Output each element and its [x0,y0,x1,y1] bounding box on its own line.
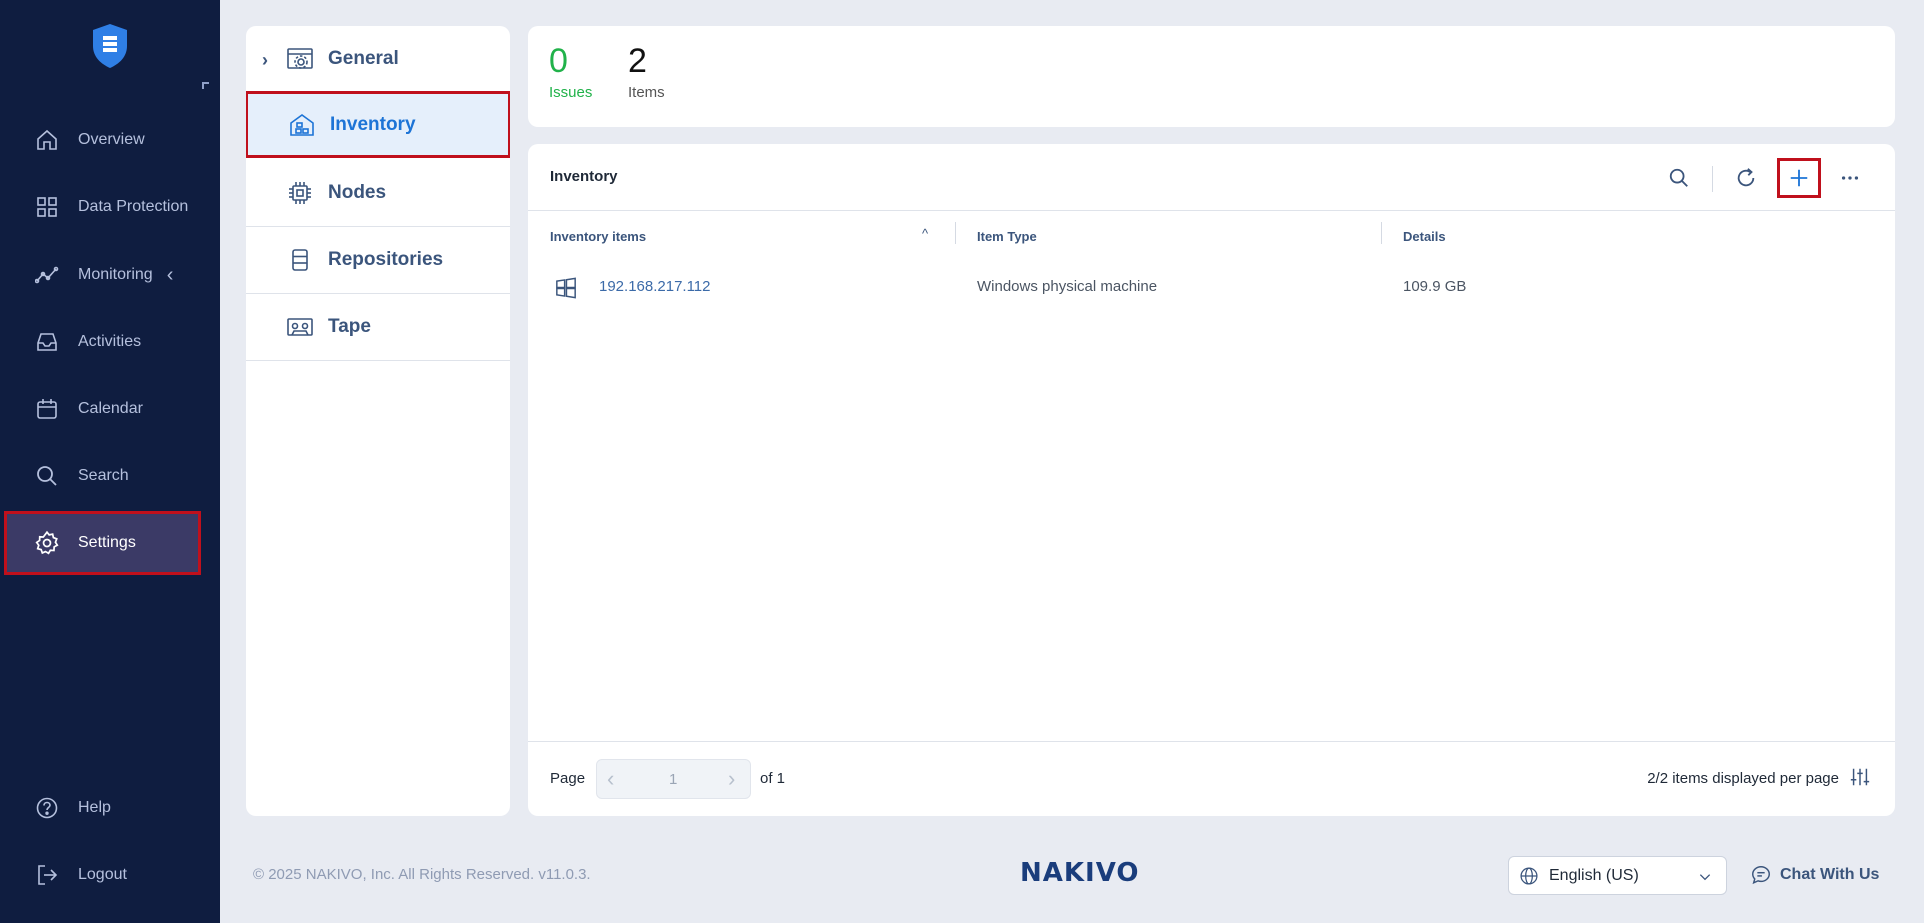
sidebar-item-label: Search [78,467,129,484]
tape-icon [286,313,314,341]
chat-label: Chat With Us [1780,866,1880,883]
sort-asc-icon[interactable]: ^ [922,226,928,241]
sidebar-item-label: Help [78,799,111,816]
chevron-down-icon [1699,874,1711,881]
inventory-item-name[interactable]: 192.168.217.112 [599,278,711,295]
settings-item-label: Tape [328,316,371,337]
sidebar-item-help[interactable]: Help [0,776,220,840]
refresh-button[interactable] [1724,158,1768,198]
column-resize-handle[interactable] [955,222,956,244]
sidebar-item-label: Calendar [78,400,143,417]
footer-divider [528,741,1895,742]
chat-with-us-button[interactable]: Chat With Us [1750,864,1879,886]
header-divider [528,210,1895,211]
inventory-item-type: Windows physical machine [977,278,1158,295]
grid-icon [34,194,60,220]
settings-item-label: Nodes [328,182,387,203]
sidebar-item-logout[interactable]: Logout [0,843,220,907]
gear-icon [34,530,60,556]
next-page-icon[interactable]: › [728,766,735,792]
settings-item-nodes[interactable]: Nodes [246,160,510,227]
page-label: Page [550,770,586,787]
settings-item-inventory[interactable]: Inventory [246,91,510,158]
sidebar-item-label: Logout [78,866,127,883]
sidebar-item-calendar[interactable]: Calendar [0,377,220,441]
settings-item-label: Repositories [328,249,444,270]
nakivo-logo: NAKIVO [1020,858,1140,888]
search-icon [1669,168,1688,187]
inbox-icon [34,329,60,355]
sidebar-item-search[interactable]: Search [0,444,220,508]
sidebar-item-monitoring[interactable]: Monitoring ‹ [0,243,220,307]
language-select[interactable]: English (US) [1508,856,1727,895]
plus-icon [1790,169,1808,187]
settings-menu: › General Inventory Nodes Repositories T… [246,26,510,816]
items-label: Items [628,84,665,101]
sidebar-item-label: Settings [78,534,136,551]
issues-stat[interactable]: 0 Issues [549,40,592,101]
settings-item-label: General [328,48,399,69]
home-icon [34,127,60,153]
issues-count: 0 [549,42,568,80]
current-page-input[interactable]: 1 [669,771,677,788]
language-value: English (US) [1549,866,1639,884]
sidebar-item-label: Overview [78,131,145,148]
sidebar-item-label: Activities [78,333,142,350]
more-horizontal-icon [1841,176,1859,180]
items-count: 2 [628,42,647,80]
page-selector: ‹ 1 › [596,759,751,799]
sidebar: Overview Data Protection Monitoring ‹ Ac… [0,0,220,923]
logout-icon [34,862,60,888]
database-icon [286,246,314,274]
chat-bubble-icon [1752,866,1770,885]
settings-item-label: Inventory [330,113,416,135]
prev-page-icon[interactable]: ‹ [607,766,614,792]
sidebar-item-data-protection[interactable]: Data Protection [0,175,220,239]
sidebar-item-overview[interactable]: Overview [0,108,220,172]
settings-item-general[interactable]: › General [246,26,510,93]
copyright-text: © 2025 NAKIVO, Inc. All Rights Reserved.… [253,866,591,883]
help-icon [34,795,60,821]
more-options-button[interactable] [1828,158,1872,198]
column-header-inventory-items[interactable]: Inventory items [550,229,646,244]
sidebar-item-activities[interactable]: Activities [0,310,220,374]
chevron-right-icon[interactable]: › [262,50,268,71]
card-title: Inventory [550,168,618,185]
calendar-icon [34,396,60,422]
sidebar-item-label: Monitoring [78,266,153,283]
column-header-item-type[interactable]: Item Type [977,229,1037,244]
settings-item-repositories[interactable]: Repositories [246,227,510,294]
sidebar-collapse-icon[interactable] [202,82,209,89]
column-resize-handle[interactable] [1381,222,1382,244]
settings-window-icon [286,45,314,73]
refresh-icon [1737,168,1755,187]
app-logo-icon[interactable] [90,22,130,70]
toolbar-divider [1712,166,1713,192]
sliders-icon [1850,768,1870,786]
sidebar-item-label: Data Protection [78,198,189,215]
issues-label: Issues [549,84,593,101]
inventory-item-details: 109.9 GB [1403,278,1467,295]
sidebar-item-settings[interactable]: Settings [4,511,201,575]
items-per-page-text: 2/2 items displayed per page [1647,770,1839,787]
chip-icon [286,179,314,207]
search-icon [34,463,60,489]
globe-icon [1520,866,1538,885]
column-header-details[interactable]: Details [1403,229,1446,244]
summary-card: 0 Issues 2 Items [528,26,1895,127]
items-stat[interactable]: 2 Items [628,40,665,101]
add-inventory-button[interactable] [1777,158,1821,198]
chart-line-icon [34,262,60,288]
search-button[interactable] [1657,158,1701,198]
chevron-left-icon[interactable]: ‹ [167,264,174,287]
page-total: of 1 [760,770,786,787]
settings-item-tape[interactable]: Tape [246,294,510,361]
inventory-card: Inventory Inventory items ^ Item Type De… [528,144,1895,816]
inventory-house-icon [288,111,316,139]
windows-icon [555,277,577,304]
table-settings-button[interactable] [1849,766,1871,793]
